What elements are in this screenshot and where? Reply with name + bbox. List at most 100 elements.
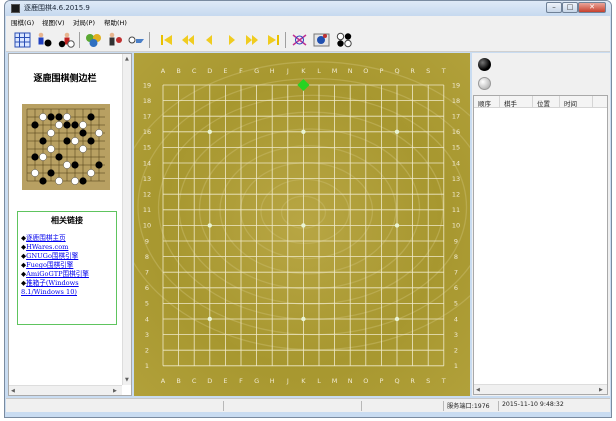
row-label-right: 18 — [452, 97, 460, 105]
first-move-icon[interactable] — [157, 31, 176, 49]
column-label-bottom: E — [223, 377, 227, 385]
row-label-right: 4 — [454, 315, 458, 323]
menu-bar: 围棋(G) 视图(V) 对局(P) 帮助(H) — [6, 16, 610, 28]
column-label-top: F — [239, 67, 243, 75]
title-bar: 逐鹿围棋4.6.2015.9 – □ ✕ — [5, 1, 611, 16]
row-label-left: 8 — [145, 253, 149, 261]
row-label-right: 7 — [454, 269, 458, 277]
sidebar-board-thumbnail — [22, 104, 110, 190]
white-stone-indicator-icon — [478, 77, 491, 90]
star-point — [207, 223, 212, 228]
sidebar-vertical-scrollbar[interactable]: ▲ ▼ — [122, 54, 131, 385]
move-list[interactable]: 顺序 棋手 位置 时间 ◀ ▶ — [473, 95, 608, 395]
column-label-bottom: Q — [394, 377, 399, 385]
link-sokoban[interactable]: ◆推箱子(Windows 8.1/Windows 10) — [21, 279, 117, 297]
minimize-button[interactable]: – — [546, 2, 562, 13]
row-label-left: 12 — [143, 191, 151, 199]
column-label-top: H — [270, 67, 275, 75]
status-bar: 服务端口:1976 2015-11-10 9:48:32 — [6, 398, 610, 412]
menu-game[interactable]: 对局(P) — [73, 17, 95, 27]
scroll-left-icon[interactable]: ◀ — [11, 388, 15, 394]
column-label-bottom: A — [161, 377, 166, 385]
row-label-left: 7 — [145, 269, 149, 277]
column-label-top: E — [223, 67, 227, 75]
column-label-top: R — [410, 67, 415, 75]
go-board[interactable]: AABBCCDDEEFFGGHHJJKKLLMMNNOOPPQQRRSSTT19… — [116, 53, 515, 396]
column-label-top: S — [426, 67, 430, 75]
column-label-bottom: O — [363, 377, 368, 385]
column-label-bottom: M — [332, 377, 338, 385]
menu-go[interactable]: 围棋(G) — [11, 17, 34, 27]
row-label-right: 13 — [452, 175, 460, 183]
sidebar-title: 逐鹿围棋侧边栏 — [33, 74, 97, 84]
column-label-top: B — [176, 67, 180, 75]
maximize-button[interactable]: □ — [562, 2, 578, 13]
row-label-right: 6 — [454, 284, 458, 292]
move-list-scrollbar[interactable]: ◀ ▶ — [474, 384, 607, 394]
row-label-right: 2 — [454, 347, 458, 355]
column-label-top: O — [363, 67, 368, 75]
menu-help[interactable]: 帮助(H) — [104, 17, 127, 27]
human-vs-human-icon[interactable] — [106, 31, 125, 49]
column-label-bottom: K — [301, 377, 306, 385]
sidebar-horizontal-scrollbar[interactable]: ◀ ▶ — [9, 385, 122, 395]
row-label-right: 15 — [452, 144, 460, 152]
star-point — [207, 129, 212, 134]
scroll-left-icon[interactable]: ◀ — [476, 387, 480, 393]
toolbar-separator — [149, 32, 150, 48]
row-label-right: 5 — [454, 300, 458, 308]
server-port: 服务端口:1976 — [447, 403, 490, 410]
link-amigogtp[interactable]: ◆AmiGoGTP围棋引擎 — [21, 270, 117, 279]
stone-set-icon[interactable] — [335, 31, 354, 49]
column-label-top: Q — [394, 67, 399, 75]
row-label-right: 16 — [452, 128, 460, 136]
row-label-right: 9 — [454, 237, 458, 245]
link-hwares[interactable]: ◆HWares.com — [21, 243, 117, 252]
scroll-down-icon[interactable]: ▼ — [125, 377, 129, 383]
forward-ten-icon[interactable] — [243, 31, 262, 49]
related-links-box: 相关链接 ◆逐鹿围棋主页 ◆HWares.com ◆GNUGo围棋引擎 ◆Fue… — [17, 211, 117, 325]
link-zhulu-home[interactable]: ◆逐鹿围棋主页 — [21, 234, 117, 243]
join-game-icon[interactable] — [312, 31, 331, 49]
column-label-bottom: J — [286, 377, 289, 385]
scroll-right-icon[interactable]: ▶ — [113, 388, 117, 394]
app-window: 逐鹿围棋4.6.2015.9 – □ ✕ 围棋(G) 视图(V) 对局(P) 帮… — [4, 0, 612, 418]
row-label-left: 5 — [145, 300, 149, 308]
status-datetime: 2015-11-10 9:48:32 — [502, 401, 564, 408]
back-one-icon[interactable] — [200, 31, 219, 49]
options-icon[interactable] — [127, 31, 146, 49]
toolbar-separator — [285, 32, 286, 48]
scroll-up-icon[interactable]: ▲ — [125, 56, 129, 62]
col-order[interactable]: 顺序 — [478, 98, 491, 108]
forward-one-icon[interactable] — [222, 31, 241, 49]
menu-view[interactable]: 视图(V) — [42, 17, 65, 27]
link-gnugo[interactable]: ◆GNUGo围棋引擎 — [21, 252, 117, 261]
column-label-bottom: H — [270, 377, 275, 385]
col-player[interactable]: 棋手 — [504, 98, 517, 108]
link-fuego[interactable]: ◆Fuego围棋引擎 — [21, 261, 117, 270]
human-vs-computer-icon[interactable] — [35, 31, 54, 49]
sidebar: 逐鹿围棋侧边栏 相关链接 ◆逐鹿围棋主页 ◆HWares.com ◆GNUGo围… — [8, 53, 132, 396]
go-board-area: A A B B C C D D E E F F G G H H J J K K L L M M N N O O P P Q Q R R S S T T 19… — [116, 53, 515, 396]
scroll-right-icon[interactable]: ▶ — [599, 387, 603, 393]
row-label-left: 14 — [143, 159, 151, 167]
back-ten-icon[interactable] — [178, 31, 197, 49]
computer-vs-human-icon[interactable] — [57, 31, 76, 49]
row-label-left: 16 — [143, 128, 151, 136]
links-title: 相关链接 — [51, 215, 83, 225]
row-label-left: 19 — [143, 81, 151, 89]
row-label-right: 17 — [452, 113, 460, 121]
network-play-icon[interactable] — [84, 31, 103, 49]
close-button[interactable]: ✕ — [578, 2, 606, 13]
col-time[interactable]: 时间 — [564, 98, 577, 108]
column-label-top: N — [348, 67, 353, 75]
star-point — [301, 129, 306, 134]
analysis-icon[interactable] — [290, 31, 309, 49]
row-label-left: 2 — [145, 347, 149, 355]
col-position[interactable]: 位置 — [537, 98, 550, 108]
last-move-icon[interactable] — [264, 31, 283, 49]
row-label-right: 3 — [454, 331, 458, 339]
star-point — [207, 316, 212, 322]
column-label-bottom: B — [176, 377, 180, 385]
board-grid-icon[interactable] — [13, 31, 32, 49]
